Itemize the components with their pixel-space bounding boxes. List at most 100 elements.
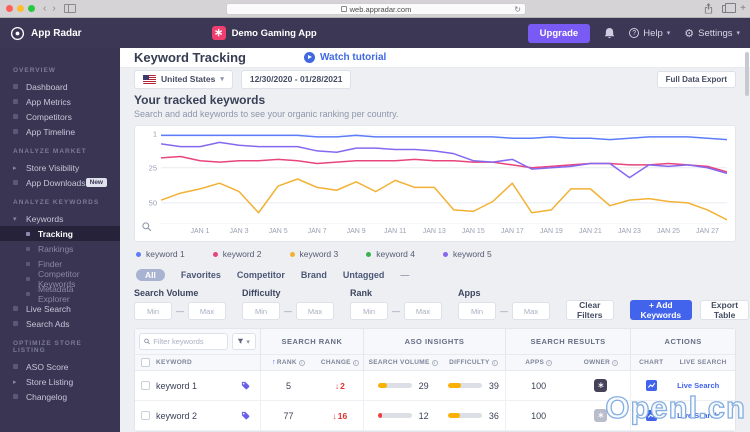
browser-sidebar-icon[interactable] (63, 4, 76, 13)
chart-zoom-icon[interactable] (142, 219, 152, 237)
select-all-checkbox[interactable] (141, 358, 150, 367)
bullet-icon (13, 129, 18, 134)
sidebar-item-changelog[interactable]: Changelog (0, 389, 120, 404)
sidebar-item-search-ads[interactable]: Search Ads (0, 316, 120, 331)
sidebar-item-competitors[interactable]: Competitors (0, 109, 120, 124)
x-axis-tick-label: JAN 3 (229, 228, 249, 235)
line-chart[interactable] (161, 134, 727, 224)
column-header-chart: CHART (639, 359, 664, 366)
upgrade-button[interactable]: Upgrade (527, 23, 591, 43)
x-axis-tick-label: JAN 1 (190, 228, 210, 235)
app-selector[interactable]: ∗ Demo Gaming App (211, 26, 317, 40)
sidebar-item-tracking[interactable]: Tracking (0, 226, 120, 241)
date-range-picker[interactable]: 12/30/2020 - 01/28/2021 (240, 69, 352, 89)
filter-dropdown-button[interactable]: ▾ (231, 333, 256, 350)
watch-tutorial-link[interactable]: Watch tutorial (303, 52, 386, 64)
rank-min-input[interactable] (350, 302, 388, 320)
info-icon[interactable]: i (612, 359, 619, 366)
tab-more-dash[interactable]: — (400, 270, 409, 280)
help-menu[interactable]: ? Help ▾ (629, 28, 670, 39)
info-icon[interactable]: i (546, 359, 553, 366)
live-search-link[interactable]: Live Search (677, 381, 729, 390)
browser-back-icon[interactable]: ‹ (43, 3, 46, 14)
rank-max-input[interactable] (404, 302, 442, 320)
search-volume-max-input[interactable] (188, 302, 226, 320)
sidebar-item-store-visibility[interactable]: ▸ Store Visibility (0, 160, 120, 175)
refresh-icon[interactable]: ↻ (514, 5, 521, 14)
tag-icon[interactable] (241, 411, 250, 420)
legend-item-keyword-1[interactable]: keyword 1 (136, 249, 185, 259)
sort-up-icon: ↑ (272, 359, 276, 366)
gear-icon: ⚙ (684, 27, 695, 40)
difficulty-max-input[interactable] (296, 302, 334, 320)
info-icon[interactable]: i (352, 359, 359, 366)
column-header-search-volume[interactable]: SEARCH VOLUME i (364, 355, 442, 370)
settings-menu[interactable]: ⚙ Settings ▾ (684, 27, 740, 40)
chevron-down-icon: ▾ (246, 338, 250, 346)
column-header-apps[interactable]: APPS i (506, 355, 572, 370)
sidebar-item-app-timeline[interactable]: App Timeline (0, 124, 120, 139)
sidebar-item-aso-score[interactable]: ASO Score (0, 359, 120, 374)
tab-brand[interactable]: Brand (301, 270, 327, 280)
info-icon[interactable]: i (491, 359, 498, 366)
tab-untagged[interactable]: Untagged (343, 270, 385, 280)
bullet-icon (26, 231, 30, 236)
sidebar-item-rankings[interactable]: Rankings (0, 241, 120, 256)
sidebar-item-app-downloads[interactable]: App Downloads New (0, 175, 120, 190)
column-header-owner[interactable]: OWNER i (572, 355, 632, 370)
filter-rank: Rank — (350, 288, 442, 320)
column-header-difficulty[interactable]: DIFFICULTY i (442, 355, 506, 370)
search-volume-bar (377, 413, 412, 418)
fullscreen-window-button[interactable] (28, 5, 35, 12)
legend-item-keyword-4[interactable]: keyword 4 (366, 249, 415, 259)
full-data-export-button[interactable]: Full Data Export (656, 70, 736, 88)
new-tab-icon[interactable]: + (740, 3, 746, 14)
filter-keywords-searchbox[interactable] (139, 333, 228, 350)
keyword-name[interactable]: keyword 2 (156, 411, 235, 421)
filter-keywords-input[interactable] (153, 337, 223, 346)
share-icon[interactable] (704, 3, 713, 14)
column-header-change[interactable]: CHANGE i (316, 355, 365, 370)
apps-min-input[interactable] (458, 302, 496, 320)
legend-item-keyword-5[interactable]: keyword 5 (443, 249, 492, 259)
column-header-live-search: LIVE SEARCH (679, 359, 727, 366)
sidebar-item-dashboard[interactable]: Dashboard (0, 79, 120, 94)
search-volume-min-input[interactable] (134, 302, 172, 320)
address-bar[interactable]: web.appradar.com ↻ (226, 3, 526, 15)
info-icon[interactable]: i (431, 359, 438, 366)
close-window-button[interactable] (6, 5, 13, 12)
tab-overview-icon[interactable] (722, 2, 737, 13)
legend-dot (289, 251, 295, 257)
row-checkbox[interactable] (141, 381, 150, 390)
sidebar-item-metadata-explorer[interactable]: Metadata Explorer (0, 284, 120, 304)
add-keywords-button[interactable]: + Add Keywords (629, 300, 693, 320)
legend-item-keyword-2[interactable]: keyword 2 (212, 249, 262, 259)
row-checkbox[interactable] (141, 411, 150, 420)
site-icon (340, 6, 347, 12)
minimize-window-button[interactable] (17, 5, 24, 12)
app-radar-logo[interactable]: App Radar (10, 26, 82, 41)
keyword-name[interactable]: keyword 1 (156, 381, 235, 391)
scrollbar-thumb[interactable] (745, 52, 749, 96)
clear-filters-button[interactable]: Clear Filters (566, 300, 614, 320)
sidebar-item-keywords[interactable]: ▾ Keywords (0, 211, 120, 226)
tag-icon[interactable] (241, 381, 250, 390)
sidebar-item-app-metrics[interactable]: App Metrics (0, 94, 120, 109)
sidebar-section-overview: OVERVIEW (13, 67, 56, 74)
browser-forward-icon[interactable]: › (52, 3, 55, 14)
country-selector[interactable]: United States ▾ (134, 69, 233, 89)
tab-favorites[interactable]: Favorites (181, 270, 221, 280)
notifications-bell-icon[interactable] (604, 27, 615, 39)
apps-value: 100 (531, 410, 547, 421)
tab-all[interactable]: All (136, 269, 165, 281)
tab-competitor[interactable]: Competitor (237, 270, 285, 280)
sidebar-item-store-listing[interactable]: ▸ Store Listing (0, 374, 120, 389)
column-header-keyword[interactable]: KEYWORD (135, 355, 261, 370)
apps-max-input[interactable] (512, 302, 550, 320)
legend-item-keyword-3[interactable]: keyword 3 (289, 249, 338, 259)
difficulty-min-input[interactable] (242, 302, 280, 320)
bullet-icon (26, 261, 30, 266)
info-icon[interactable]: i (298, 359, 305, 366)
export-table-button[interactable]: Export Table (700, 300, 750, 320)
column-header-rank[interactable]: ↑ RANK i (261, 355, 317, 370)
